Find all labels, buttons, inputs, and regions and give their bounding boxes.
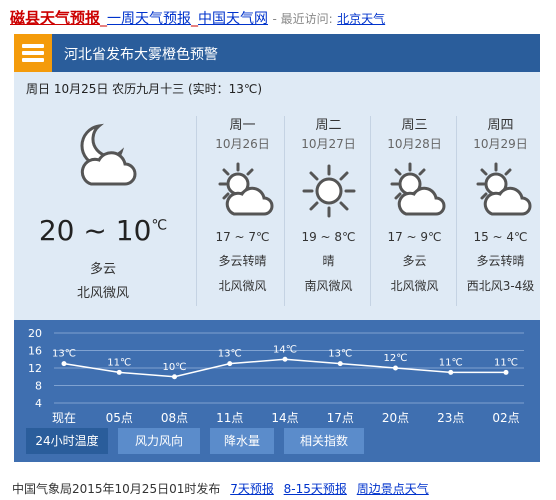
data-label: 11℃ — [494, 357, 518, 368]
link-weather-china[interactable]: 中国天气网 — [198, 11, 268, 27]
data-point — [61, 361, 67, 367]
link-7day-forecast[interactable]: 7天预报 — [230, 482, 274, 496]
weekday: 周二 — [315, 118, 342, 133]
condition: 晴 — [322, 254, 335, 268]
forecast-day[interactable]: 周二 10月27日 19 ~ 8℃ 晴 南风微风 — [286, 114, 371, 294]
data-point — [503, 369, 509, 375]
y-tick-label: 4 — [35, 397, 42, 410]
weather-panel: 河北省发布大雾橙色预警 周日 10月25日 农历九月十三 (实时：13℃) 20… — [14, 34, 540, 462]
data-point — [448, 369, 454, 375]
sun-cloud-icon — [458, 160, 543, 222]
sun-cloud-icon — [372, 160, 457, 222]
forecast-day[interactable]: 周四 10月29日 15 ~ 4℃ 多云转晴 西北风3-4级 — [458, 114, 543, 294]
temperature-range: 15 ~ 4℃ — [473, 230, 528, 244]
today-condition: 多云 — [89, 262, 116, 277]
data-point — [393, 365, 398, 371]
temperature-range: 17 ~ 9℃ — [387, 230, 442, 244]
x-tick-label: 20点 — [382, 411, 409, 425]
data-label: 10℃ — [163, 362, 187, 373]
alert-bar: 河北省发布大雾橙色预警 — [14, 34, 540, 72]
data-point — [227, 361, 233, 367]
weekday: 周四 — [487, 118, 514, 133]
data-label: 13℃ — [218, 349, 242, 360]
y-tick-label: 20 — [28, 327, 42, 340]
x-tick-label: 17点 — [327, 411, 354, 425]
date-line: 周日 10月25日 农历九月十三 (实时：13℃) — [26, 82, 263, 96]
y-tick-label: 12 — [28, 362, 42, 375]
x-tick-label: 现在 — [52, 411, 76, 425]
link-cixian-weather[interactable]: 磁县天气预报 — [10, 9, 100, 27]
x-tick-label: 02点 — [492, 411, 519, 425]
data-label: 11℃ — [439, 357, 463, 368]
data-label: 12℃ — [384, 353, 408, 364]
temperature-range: 17 ~ 7℃ — [215, 230, 270, 244]
date: 10月27日 — [301, 137, 356, 151]
link-8-15day-forecast[interactable]: 8-15天预报 — [284, 482, 347, 496]
weekday: 周一 — [229, 118, 256, 133]
condition: 多云转晴 — [476, 254, 525, 268]
menu-icon[interactable] — [14, 34, 52, 72]
data-label: 13℃ — [328, 349, 352, 360]
wind: 北风微风 — [218, 279, 267, 293]
x-tick-label: 14点 — [271, 411, 298, 425]
forecast-day[interactable]: 周三 10月28日 17 ~ 9℃ 多云 北风微风 — [372, 114, 457, 294]
x-tick-label: 11点 — [216, 411, 243, 425]
divider — [196, 116, 197, 306]
link-nearby-scenic-weather[interactable]: 周边景点天气 — [357, 482, 429, 496]
today-temperature: 20 ~ 10℃ — [38, 214, 168, 247]
tab-precipitation[interactable]: 降水量 — [210, 428, 274, 454]
cloud-moon-icon — [80, 123, 137, 186]
date: 10月26日 — [215, 137, 270, 151]
data-label: 14℃ — [273, 344, 297, 355]
link-week-forecast[interactable]: 一周天气预报 — [107, 11, 191, 27]
wind: 北风微风 — [390, 279, 439, 293]
separator: _ — [191, 11, 199, 27]
sun-cloud-icon — [200, 160, 285, 222]
today-wind: 北风微风 — [76, 286, 129, 301]
forecast-day[interactable]: 周一 10月26日 17 ~ 7℃ 多云转晴 北风微风 — [200, 114, 285, 294]
data-point — [337, 361, 343, 367]
wind: 西北风3-4级 — [466, 279, 535, 293]
tab-24h-temperature[interactable]: 24小时温度 — [26, 428, 108, 454]
data-label: 11℃ — [107, 357, 131, 368]
wind: 南风微风 — [304, 279, 353, 293]
date: 10月29日 — [473, 137, 528, 151]
x-tick-label: 08点 — [161, 411, 188, 425]
x-tick-label: 23点 — [437, 411, 464, 425]
data-point — [282, 356, 288, 362]
y-tick-label: 16 — [28, 345, 42, 358]
alert-text[interactable]: 河北省发布大雾橙色预警 — [64, 44, 218, 64]
recent-label: - 最近访问: — [272, 12, 333, 26]
condition: 多云转晴 — [218, 254, 267, 268]
publish-info: 中国气象局2015年10月25日01时发布 — [12, 482, 221, 496]
weekday: 周三 — [401, 118, 428, 133]
tab-related-index[interactable]: 相关指数 — [284, 428, 364, 454]
y-tick-label: 8 — [35, 380, 42, 393]
condition: 多云 — [402, 254, 427, 268]
date: 10月28日 — [387, 137, 442, 151]
separator: _ — [100, 11, 108, 27]
data-label: 13℃ — [52, 349, 76, 360]
data-point — [116, 369, 122, 375]
sun-icon — [286, 160, 371, 222]
header-links: 磁县天气预报_一周天气预报_中国天气网 - 最近访问: 北京天气 — [10, 7, 385, 28]
tab-wind-direction[interactable]: 风力风向 — [118, 428, 200, 454]
link-beijing-weather[interactable]: 北京天气 — [337, 12, 385, 26]
footer: 中国气象局2015年10月25日01时发布 7天预报 8-15天预报 周边景点天… — [12, 480, 429, 497]
data-point — [172, 374, 177, 380]
x-tick-label: 05点 — [106, 411, 133, 425]
temperature-range: 19 ~ 8℃ — [301, 230, 356, 244]
